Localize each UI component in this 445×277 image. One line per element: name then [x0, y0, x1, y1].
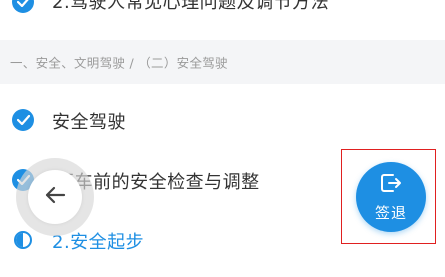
arrow-left-icon [44, 186, 66, 208]
lesson-item-top[interactable]: 2.驾驶人常见心理问题及调节方法 [0, 0, 445, 18]
half-circle-icon [14, 231, 32, 249]
signout-button[interactable]: 签退 [356, 162, 426, 232]
check-circle-icon [12, 109, 34, 131]
lesson-item-label: 安全驾驶 [52, 112, 126, 133]
back-button[interactable] [16, 158, 94, 236]
lesson-item[interactable]: 安全驾驶 [0, 100, 445, 140]
exit-icon [379, 172, 403, 198]
section-header: 一、安全、文明驾驶 / （二）安全驾驶 [0, 40, 445, 84]
back-button-inner [28, 170, 82, 224]
check-circle-icon [12, 0, 34, 13]
lesson-item-label: 2.驾驶人常见心理问题及调节方法 [52, 0, 330, 13]
signout-label: 签退 [374, 203, 407, 222]
section-header-text: 一、安全、文明驾驶 / （二）安全驾驶 [10, 55, 228, 71]
lesson-list-screen: 2.驾驶人常见心理问题及调节方法 一、安全、文明驾驶 / （二）安全驾驶 安全驾… [0, 0, 445, 277]
